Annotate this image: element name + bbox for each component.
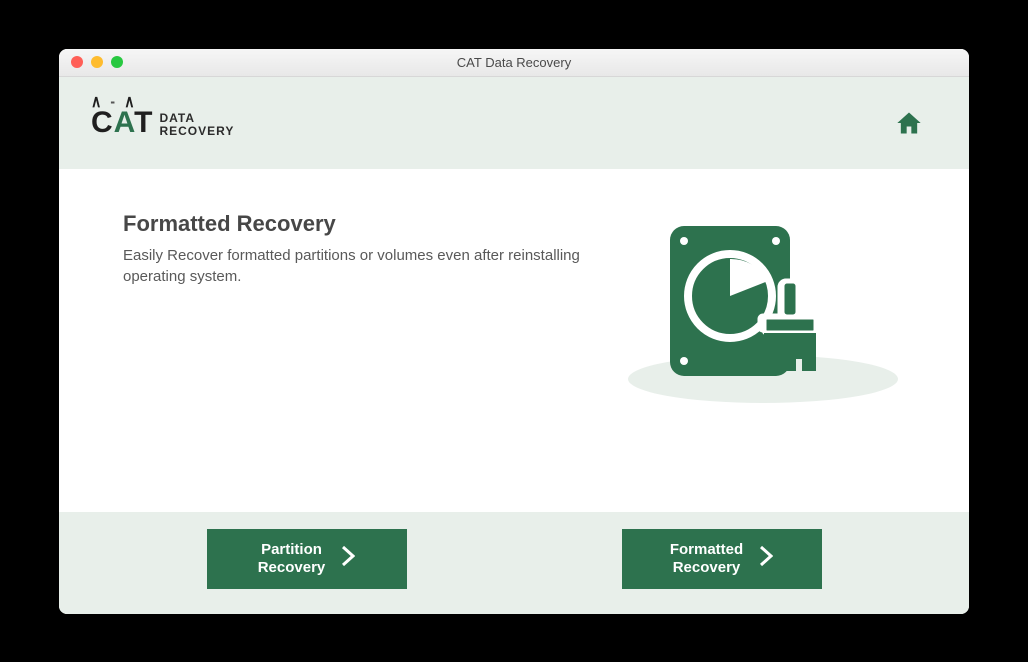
formatted-recovery-button[interactable]: Formatted Recovery	[622, 529, 822, 589]
button-label-line1: Partition	[258, 541, 326, 559]
titlebar: CAT Data Recovery	[59, 49, 969, 77]
home-icon	[895, 109, 923, 137]
partition-recovery-button[interactable]: Partition Recovery	[207, 529, 407, 589]
content-panel: Formatted Recovery Easily Recover format…	[59, 169, 969, 512]
page-description: Easily Recover formatted partitions or v…	[123, 245, 585, 289]
logo-subtitle: DATA RECOVERY	[159, 112, 234, 137]
page-heading: Formatted Recovery	[123, 211, 585, 237]
logo-line2: RECOVERY	[159, 125, 234, 138]
illustration-section	[625, 211, 905, 492]
app-logo: ∧-∧ CAT DATA RECOVERY	[91, 108, 234, 138]
button-label-line2: Recovery	[670, 559, 743, 577]
header: ∧-∧ CAT DATA RECOVERY	[59, 77, 969, 169]
chevron-right-icon	[759, 543, 773, 574]
chevron-right-icon	[341, 543, 355, 574]
text-section: Formatted Recovery Easily Recover format…	[123, 211, 585, 492]
app-window: CAT Data Recovery ∧-∧ CAT DATA RECOVERY …	[59, 49, 969, 614]
logo-wordmark: ∧-∧ CAT	[91, 108, 153, 138]
button-label-line1: Formatted	[670, 541, 743, 559]
button-label-line2: Recovery	[258, 559, 326, 577]
footer: Partition Recovery Formatted Recovery	[59, 512, 969, 614]
window-title: CAT Data Recovery	[59, 55, 969, 70]
home-button[interactable]	[893, 107, 925, 139]
disk-recovery-icon	[640, 221, 840, 391]
